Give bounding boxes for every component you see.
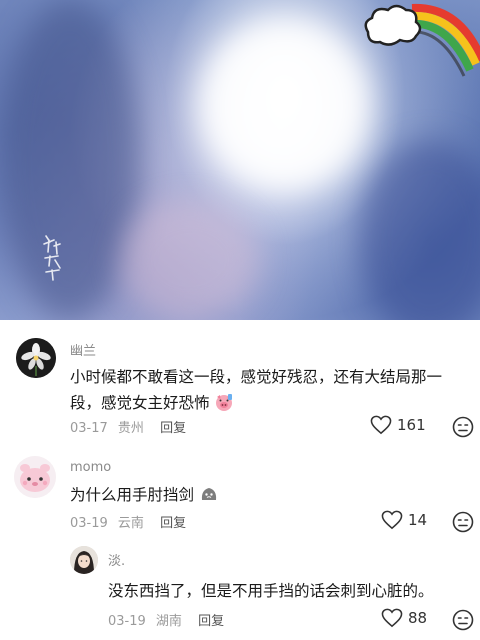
comment-text-content: 没东西挡了，但是不用手挡的话会刺到心脏的。: [108, 582, 434, 600]
pig-face-emoji-icon: [216, 394, 233, 411]
comment-meta: 03-19 云南 回复: [70, 512, 192, 531]
pink-cartoon-icon: [14, 456, 56, 498]
dislike-face-icon[interactable]: [452, 609, 474, 631]
comment-username[interactable]: 幽兰: [70, 340, 96, 359]
comment-date: 03-17: [70, 421, 108, 436]
reply-item: 淡. 没东西挡了，但是不用手挡的话会刺到心脏的。 03-19 湖南 回复 88: [0, 538, 480, 640]
comment-location: 湖南: [155, 614, 182, 629]
like-button[interactable]: 161: [370, 415, 426, 435]
cloud-rainbow-sticker-icon: [364, 3, 480, 77]
comment-username[interactable]: momo: [70, 460, 111, 475]
pink-cartoon-avatar[interactable]: [14, 456, 56, 498]
video-light-glow: [200, 20, 370, 190]
comment-item: 幽兰 小时候都不敢看这一段，感觉好残忍，还有大结局那一段，感觉女主好恐怖 03-…: [0, 320, 480, 448]
comment-text-content: 为什么用手肘挡剑: [70, 486, 195, 504]
girl-photo-icon: [70, 546, 98, 574]
grey-blob-emoji-icon: [201, 488, 217, 500]
heart-icon: [381, 608, 403, 628]
comment-text-content: 小时候都不敢看这一段，感觉好残忍，还有大结局那一段，感觉女主好恐怖: [70, 368, 443, 412]
comment-list: 幽兰 小时候都不敢看这一段，感觉好残忍，还有大结局那一段，感觉女主好恐怖 03-…: [0, 320, 480, 640]
heart-icon: [381, 510, 403, 530]
girl-photo-avatar[interactable]: [70, 546, 98, 574]
calligraphy-signature-icon: [43, 235, 61, 281]
video-blur-right: [360, 140, 480, 320]
comment-date: 03-19: [108, 614, 146, 629]
comment-text: 小时候都不敢看这一段，感觉好残忍，还有大结局那一段，感觉女主好恐怖: [70, 364, 462, 416]
comment-meta: 03-17 贵州 回复: [70, 417, 192, 436]
reply-button[interactable]: 回复: [160, 516, 186, 531]
comment-date: 03-19: [70, 516, 108, 531]
like-count: 14: [408, 511, 428, 529]
like-button[interactable]: 88: [381, 608, 427, 628]
heart-icon: [370, 415, 392, 435]
video-blur-left: [0, 0, 140, 320]
orchid-flower-icon: [16, 338, 56, 378]
comment-meta: 03-19 湖南 回复: [108, 610, 230, 629]
reply-button[interactable]: 回复: [160, 421, 186, 436]
dislike-face-icon[interactable]: [452, 511, 474, 533]
video-player[interactable]: [0, 0, 480, 320]
comment-text: 没东西挡了，但是不用手挡的话会刺到心脏的。: [108, 578, 468, 604]
video-blur-bottom: [120, 200, 260, 320]
dislike-face-icon[interactable]: [452, 416, 474, 438]
comment-location: 贵州: [117, 421, 144, 436]
like-count: 161: [397, 416, 426, 434]
comment-username[interactable]: 淡.: [108, 550, 125, 569]
reply-button[interactable]: 回复: [198, 614, 224, 629]
comment-text: 为什么用手肘挡剑: [70, 482, 462, 508]
comment-item: momo 为什么用手肘挡剑 03-19 云南 回复 14: [0, 448, 480, 538]
like-count: 88: [408, 609, 428, 627]
like-button[interactable]: 14: [381, 510, 427, 530]
comment-location: 云南: [117, 516, 144, 531]
orchid-flower-avatar[interactable]: [16, 338, 56, 378]
